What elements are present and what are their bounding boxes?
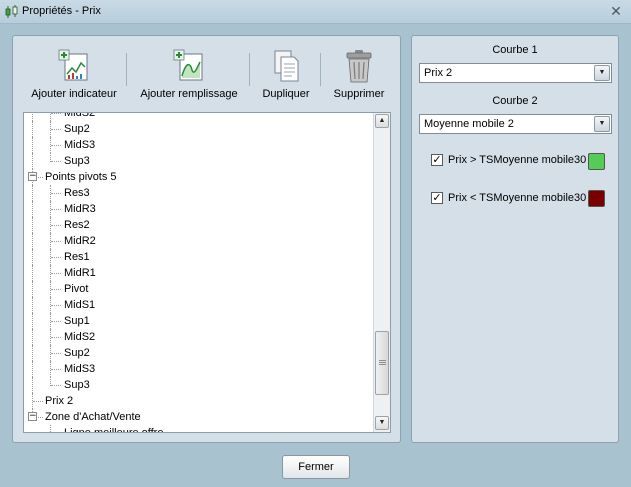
chevron-down-icon: ▼ <box>594 65 610 81</box>
tree-item[interactable]: Sup1 <box>24 313 374 329</box>
toolbar-divider <box>320 53 321 86</box>
tree-item[interactable]: Pivot <box>24 281 374 297</box>
delete-button[interactable]: Supprimer <box>331 48 387 102</box>
tree-item-label: MidS1 <box>64 299 96 311</box>
collapse-icon[interactable]: − <box>28 172 37 181</box>
scroll-down-icon[interactable]: ▼ <box>375 416 389 430</box>
tree-item[interactable]: MidR2 <box>24 233 374 249</box>
add-fill-label: Ajouter remplissage <box>140 88 238 100</box>
close-icon[interactable]: ✕ <box>609 3 623 19</box>
tree-item-label: Prix 2 <box>45 395 74 407</box>
toolbar-divider <box>249 53 250 86</box>
tree-item-label: Sup2 <box>64 123 90 135</box>
tree-item[interactable]: MidS3 <box>24 137 374 153</box>
tree-item-prix-2[interactable]: Prix 2 <box>24 393 374 409</box>
condition-above-color-swatch[interactable] <box>588 153 605 170</box>
tree-item-label: MidS2 <box>64 112 96 119</box>
curve2-value: Moyenne mobile 2 <box>424 118 514 130</box>
add-indicator-label: Ajouter indicateur <box>31 88 117 100</box>
tree-group-label: Zone d'Achat/Vente <box>45 411 141 423</box>
tree-item[interactable]: Res1 <box>24 249 374 265</box>
tree-item[interactable]: Sup3 <box>24 377 374 393</box>
toolbar: Ajouter indicateur Ajouter remplissage D… <box>13 36 400 106</box>
condition-below-checkbox[interactable]: ✓ <box>431 192 443 204</box>
toolbar-divider <box>126 53 127 86</box>
candlestick-chart-icon <box>5 5 18 18</box>
tree-item-label: Sup2 <box>64 347 90 359</box>
collapse-icon[interactable]: − <box>28 412 37 421</box>
curve2-select[interactable]: Moyenne mobile 2 ▼ <box>419 114 612 134</box>
curve1-label: Courbe 1 <box>492 44 538 56</box>
tree-item-label: Res3 <box>64 187 90 199</box>
tree-item[interactable]: Sup2 <box>24 345 374 361</box>
tree-group-buy-sell-zone[interactable]: − Zone d'Achat/Vente <box>24 409 374 425</box>
window-title: Propriétés - Prix <box>22 5 101 17</box>
tree-item-label: Res2 <box>64 219 90 231</box>
chevron-down-icon: ▼ <box>594 116 610 132</box>
tree-item-label: MidS2 <box>64 331 96 343</box>
tree-item-label: MidS3 <box>64 363 96 375</box>
tree-item-label: MidS3 <box>64 139 96 151</box>
tree-content: MidS2 Sup2 MidS3 Sup3 − Points pivots 5 … <box>24 112 374 433</box>
tree-scrollbar[interactable]: ▲ ▼ <box>373 113 390 432</box>
trash-can-icon <box>346 50 372 83</box>
grip-icon <box>379 360 386 365</box>
tree-item[interactable]: MidR1 <box>24 265 374 281</box>
tree-group-pivot-points[interactable]: − Points pivots 5 <box>24 169 374 185</box>
tree-item-label: MidR3 <box>64 203 96 215</box>
curve1-value: Prix 2 <box>424 67 453 79</box>
tree-item[interactable]: MidS2 <box>24 112 374 121</box>
add-fill-button[interactable]: Ajouter remplissage <box>137 48 241 102</box>
curve2-label: Courbe 2 <box>492 95 538 107</box>
duplicate-button[interactable]: Dupliquer <box>258 48 314 102</box>
curve-settings-panel: Courbe 1 Prix 2 ▼ Courbe 2 Moyenne mobil… <box>411 35 619 443</box>
duplicate-label: Dupliquer <box>262 88 310 100</box>
tree-item[interactable]: MidS3 <box>24 361 374 377</box>
tree-group-label: Points pivots 5 <box>45 171 117 183</box>
tree-item[interactable]: Sup2 <box>24 121 374 137</box>
condition-above-label: Prix > TSMoyenne mobile30 <box>448 154 587 166</box>
tree-item-label: MidR2 <box>64 235 96 247</box>
tree-item[interactable]: Res3 <box>24 185 374 201</box>
tree-item-label: MidR1 <box>64 267 96 279</box>
add-fill-chart-icon <box>173 49 203 81</box>
duplicate-document-icon <box>274 50 299 82</box>
tree-item-label: Ligne meilleure offre <box>64 427 164 433</box>
tree-item-label: Pivot <box>64 283 89 295</box>
tree-item-label: Res1 <box>64 251 90 263</box>
tree-item[interactable]: Ligne meilleure offre <box>24 425 374 433</box>
curve1-select[interactable]: Prix 2 ▼ <box>419 63 612 83</box>
delete-label: Supprimer <box>333 88 385 100</box>
tree-item-label: Sup1 <box>64 315 90 327</box>
tree-item[interactable]: MidS2 <box>24 329 374 345</box>
tree-item[interactable]: MidR3 <box>24 201 374 217</box>
tree-item[interactable]: Sup3 <box>24 153 374 169</box>
tree-item-label: Sup3 <box>64 155 90 167</box>
indicator-tree[interactable]: MidS2 Sup2 MidS3 Sup3 − Points pivots 5 … <box>23 112 391 433</box>
title-bar: Propriétés - Prix ✕ <box>0 0 631 24</box>
condition-below-label: Prix < TSMoyenne mobile30 <box>448 192 587 204</box>
scroll-up-icon[interactable]: ▲ <box>375 114 389 128</box>
tree-item[interactable]: Res2 <box>24 217 374 233</box>
tree-item-label: Sup3 <box>64 379 90 391</box>
close-button[interactable]: Fermer <box>282 455 350 479</box>
indicator-panel: Ajouter indicateur Ajouter remplissage D… <box>12 35 401 443</box>
add-indicator-chart-icon <box>58 49 88 81</box>
scroll-thumb[interactable] <box>375 331 389 395</box>
condition-above-checkbox[interactable]: ✓ <box>431 154 443 166</box>
tree-item[interactable]: MidS1 <box>24 297 374 313</box>
add-indicator-button[interactable]: Ajouter indicateur <box>30 48 118 102</box>
condition-below-color-swatch[interactable] <box>588 190 605 207</box>
